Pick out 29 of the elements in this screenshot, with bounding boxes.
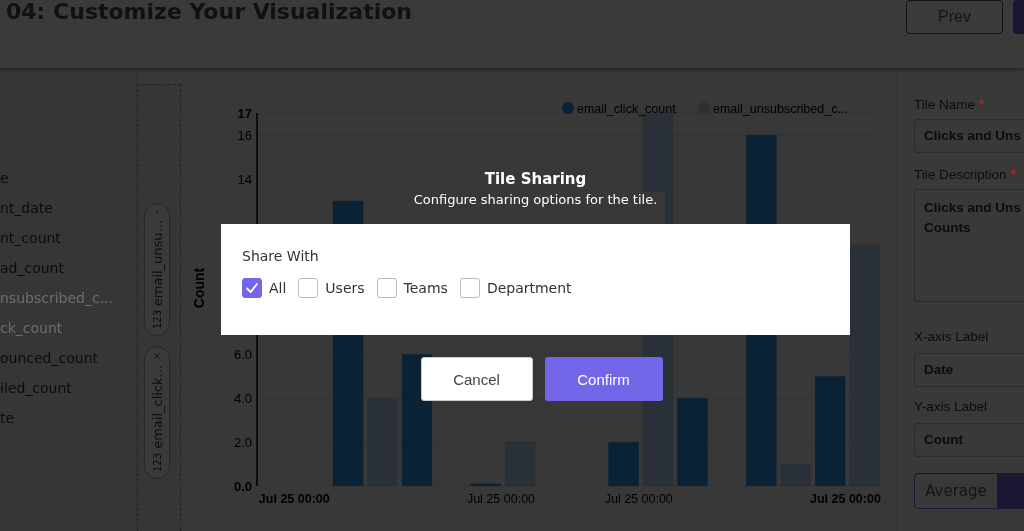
- checkbox-label: Users: [325, 280, 365, 296]
- cancel-button[interactable]: Cancel: [420, 357, 533, 401]
- axis-tick-label: 17: [237, 106, 252, 121]
- checkbox[interactable]: [242, 278, 262, 298]
- axis-tick-label: 16: [237, 127, 252, 143]
- checkbox-label: Department: [486, 280, 572, 296]
- axis-tick-label: Jul 25 00:00: [604, 492, 673, 506]
- checkbox-label: All: [269, 280, 287, 296]
- legend-label: email_unsubscribed_c...: [713, 102, 848, 116]
- axis-tick-label: 0.0: [233, 479, 252, 494]
- axis-tick-label: 14: [237, 171, 252, 187]
- segment-option[interactable]: [998, 473, 1024, 509]
- axis-tick-label: 2.0: [233, 435, 252, 451]
- axis-tick-label: Jul 25 00:00: [258, 492, 330, 506]
- section-label: Share With: [242, 248, 320, 264]
- checkbox[interactable]: [376, 278, 397, 298]
- axis-title: Count: [191, 267, 207, 309]
- axis-tick-label: 4.0: [233, 391, 252, 407]
- axis-tick-label: Jul 25 00:00: [466, 492, 536, 506]
- next-button[interactable]: [1013, 0, 1024, 34]
- axis-tick-label: Jul 25 00:00: [810, 492, 881, 506]
- confirm-button[interactable]: Confirm: [544, 357, 663, 401]
- chart-bar: [470, 483, 501, 486]
- legend-label: email_click_count: [577, 102, 676, 116]
- checkbox[interactable]: [298, 278, 319, 298]
- close-icon[interactable]: [151, 353, 163, 360]
- checkbox-label: Teams: [403, 280, 448, 296]
- chart-bar: [608, 442, 639, 486]
- checkbox[interactable]: [459, 278, 480, 298]
